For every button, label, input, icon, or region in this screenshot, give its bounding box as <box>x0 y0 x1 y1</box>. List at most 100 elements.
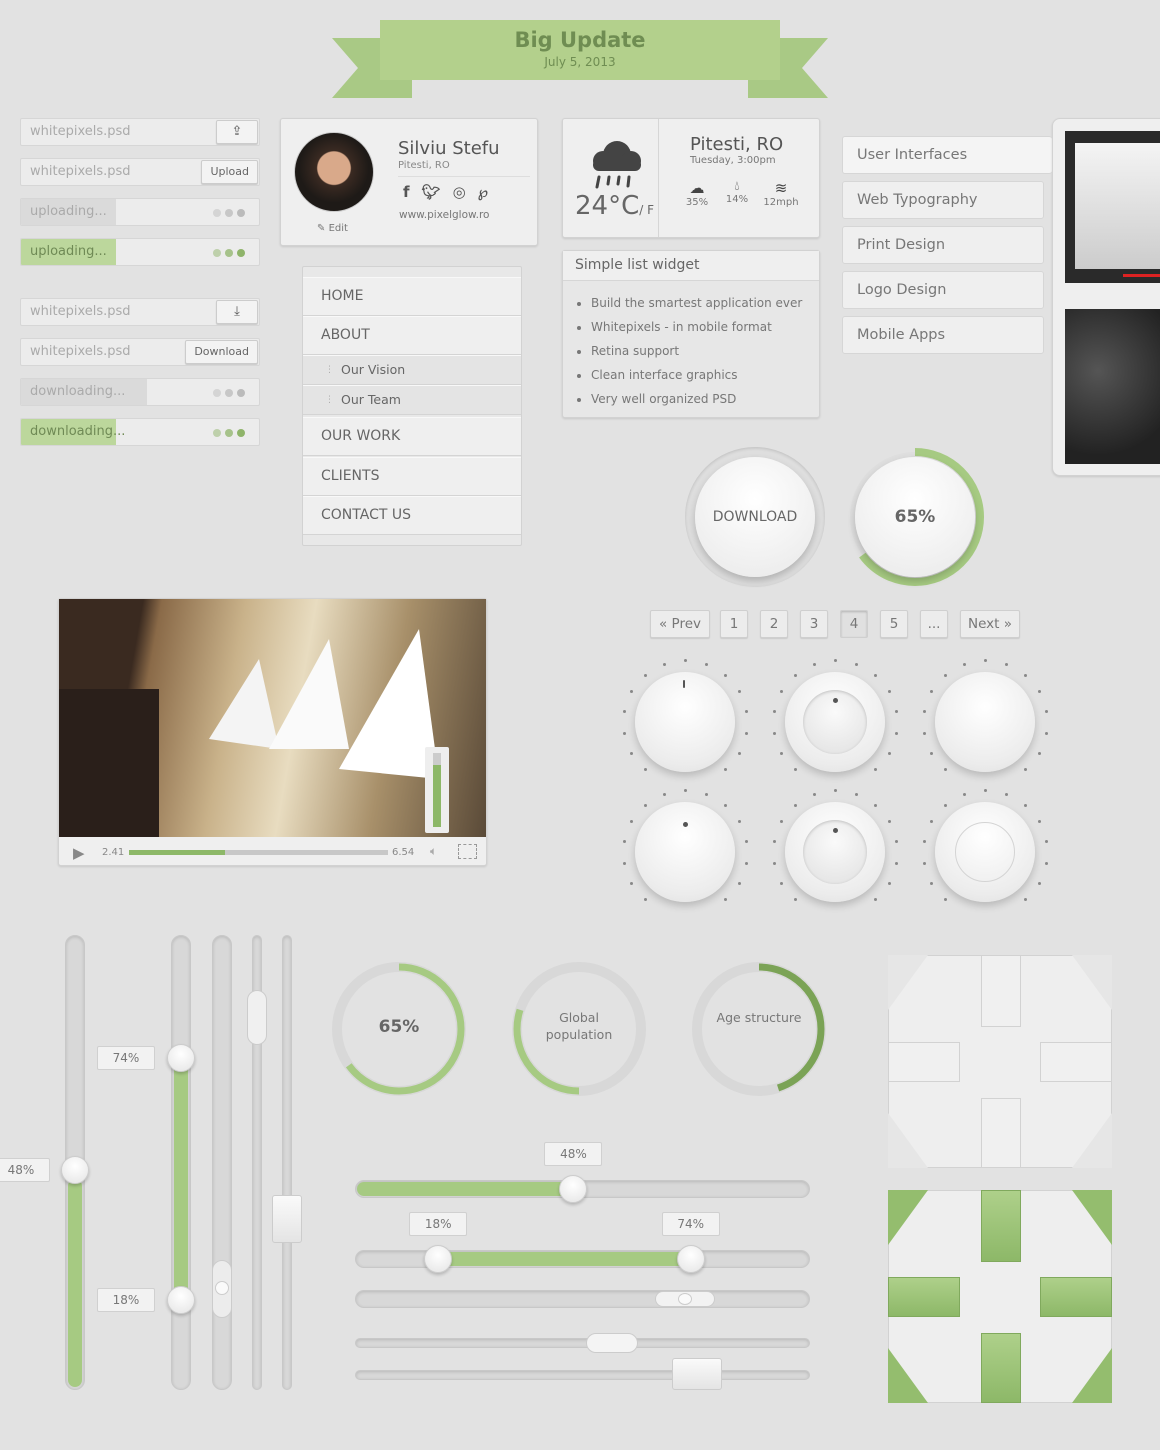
fullscreen-icon[interactable] <box>458 844 477 859</box>
category-tab[interactable]: Mobile Apps <box>842 316 1044 354</box>
download-round-button[interactable]: DOWNLOAD <box>685 447 825 587</box>
twitter-icon[interactable]: 🐦︎ <box>422 183 441 201</box>
progress-round-button[interactable]: 65% <box>845 447 985 587</box>
nav-item[interactable]: ⋮ Our Vision <box>303 355 521 385</box>
banner-title: Big Update <box>514 28 646 52</box>
page-button[interactable]: 3 <box>800 610 828 638</box>
upload-button[interactable]: ⇪ <box>216 120 258 144</box>
file-field[interactable]: whitepixels.psd ⤓ <box>20 298 260 326</box>
knob-tick <box>895 840 899 844</box>
download-button[interactable]: Download <box>185 340 258 364</box>
vertical-slider[interactable] <box>212 935 232 1390</box>
page-button[interactable]: 2 <box>760 610 788 638</box>
rotary-knob[interactable] <box>785 802 885 902</box>
nav-item[interactable]: CONTACT US <box>303 496 521 535</box>
range-thumb-high[interactable] <box>167 1043 195 1072</box>
knob-tick <box>922 861 926 865</box>
preview-image-login <box>1065 131 1160 283</box>
knob-tick <box>944 768 948 772</box>
rotary-knob[interactable] <box>935 672 1035 772</box>
list-item: Very well organized PSD <box>591 387 802 411</box>
horizontal-slider[interactable] <box>355 1370 810 1380</box>
category-tab[interactable]: User Interfaces <box>842 136 1052 174</box>
file-field[interactable]: whitepixels.psd ⇪ <box>20 118 260 146</box>
list-item: Whitepixels - in mobile format <box>591 315 802 339</box>
knob-tick <box>887 752 891 755</box>
file-field[interactable]: whitepixels.psd Download <box>20 338 260 366</box>
knob-tick <box>873 803 877 807</box>
edit-label: Edit <box>328 223 348 234</box>
category-tab[interactable]: Web Typography <box>842 181 1044 219</box>
slider-thumb[interactable] <box>212 1260 232 1318</box>
slider-thumb[interactable] <box>247 990 267 1045</box>
file-field[interactable]: uploading... <box>20 198 260 226</box>
range-thumb-low[interactable] <box>424 1245 453 1273</box>
wind-value: 12mph <box>763 197 799 208</box>
knob-tick <box>780 882 784 885</box>
slider-thumb[interactable] <box>655 1291 715 1307</box>
nav-item[interactable]: ABOUT <box>303 316 521 355</box>
knob-tick <box>644 898 648 902</box>
unit-toggle[interactable]: / F <box>639 203 654 217</box>
rotary-knob[interactable] <box>935 802 1035 902</box>
edit-link[interactable]: ✎ Edit <box>317 223 348 234</box>
knob-tick <box>794 898 798 902</box>
horizontal-slider[interactable] <box>355 1290 810 1308</box>
knob-tick <box>834 789 837 792</box>
rotary-knob[interactable] <box>635 672 735 772</box>
seek-bar[interactable] <box>129 850 388 855</box>
upload-button[interactable]: Upload <box>201 160 258 184</box>
preview-panel <box>1052 118 1160 476</box>
slider-thumb[interactable] <box>272 1195 302 1243</box>
nav-item[interactable]: OUR WORK <box>303 417 521 456</box>
dribbble-icon[interactable]: ◎ <box>453 183 466 201</box>
page-button[interactable]: 4 <box>840 610 868 638</box>
nav-menu: HOME ABOUT ⋮ Our Vision ⋮ Our Team OUR WORK CLI… <box>302 266 522 546</box>
slider-thumb[interactable] <box>559 1175 588 1203</box>
slider-thumb[interactable] <box>672 1358 722 1390</box>
knob-tick <box>855 792 859 796</box>
page-button[interactable]: ... <box>920 610 948 638</box>
category-tab[interactable]: Print Design <box>842 226 1044 264</box>
file-field[interactable]: downloading... <box>20 378 260 406</box>
download-button[interactable]: ⤓ <box>216 300 258 324</box>
prev-page-button[interactable]: « Prev <box>650 610 710 638</box>
next-page-button[interactable]: Next » <box>960 610 1020 638</box>
volume-icon[interactable]: 🔈︎ <box>430 844 437 859</box>
range-thumb-high[interactable] <box>676 1245 705 1273</box>
website-link[interactable]: www.pixelglow.ro <box>399 209 489 221</box>
input-value: whitepixels.psd <box>30 344 131 359</box>
stat-humidity: 💧︎ 14% <box>721 179 753 208</box>
facebook-icon[interactable]: f <box>403 183 410 201</box>
slider-thumb[interactable] <box>586 1333 638 1353</box>
knob-tick <box>622 710 626 714</box>
pinterest-icon[interactable]: ℘ <box>478 183 488 201</box>
temperature: 24°C <box>575 191 640 221</box>
nav-item[interactable]: ⋮ Our Team <box>303 385 521 415</box>
category-tab[interactable]: Logo Design <box>842 271 1044 309</box>
page-button[interactable]: 5 <box>880 610 908 638</box>
rotary-knob[interactable] <box>635 802 735 902</box>
file-field[interactable]: downloading... <box>20 418 260 446</box>
vertical-range-slider[interactable] <box>171 935 191 1390</box>
knob-tick <box>895 861 899 865</box>
rotary-knob[interactable] <box>785 672 885 772</box>
stat-rain: ☁ 35% <box>681 179 713 208</box>
vertical-slider[interactable] <box>282 935 292 1390</box>
file-field[interactable]: uploading... <box>20 238 260 266</box>
slider-thumb[interactable] <box>61 1156 89 1185</box>
nav-label: CONTACT US <box>321 507 411 523</box>
volume-slider[interactable] <box>425 747 449 833</box>
input-value: whitepixels.psd <box>30 304 131 319</box>
rain-value: 35% <box>685 197 709 208</box>
horizontal-slider[interactable] <box>355 1338 810 1348</box>
nav-item[interactable]: HOME <box>303 277 521 316</box>
file-field[interactable]: whitepixels.psd Upload <box>20 158 260 186</box>
nav-item[interactable]: CLIENTS <box>303 457 521 496</box>
play-button[interactable]: ▶ <box>73 844 85 862</box>
stat-wind: ≋ 12mph <box>761 179 801 208</box>
page-button[interactable]: 1 <box>720 610 748 638</box>
nav-label: Our Vision <box>341 362 406 377</box>
range-thumb-low[interactable] <box>167 1286 195 1315</box>
video-frame[interactable] <box>59 599 486 837</box>
